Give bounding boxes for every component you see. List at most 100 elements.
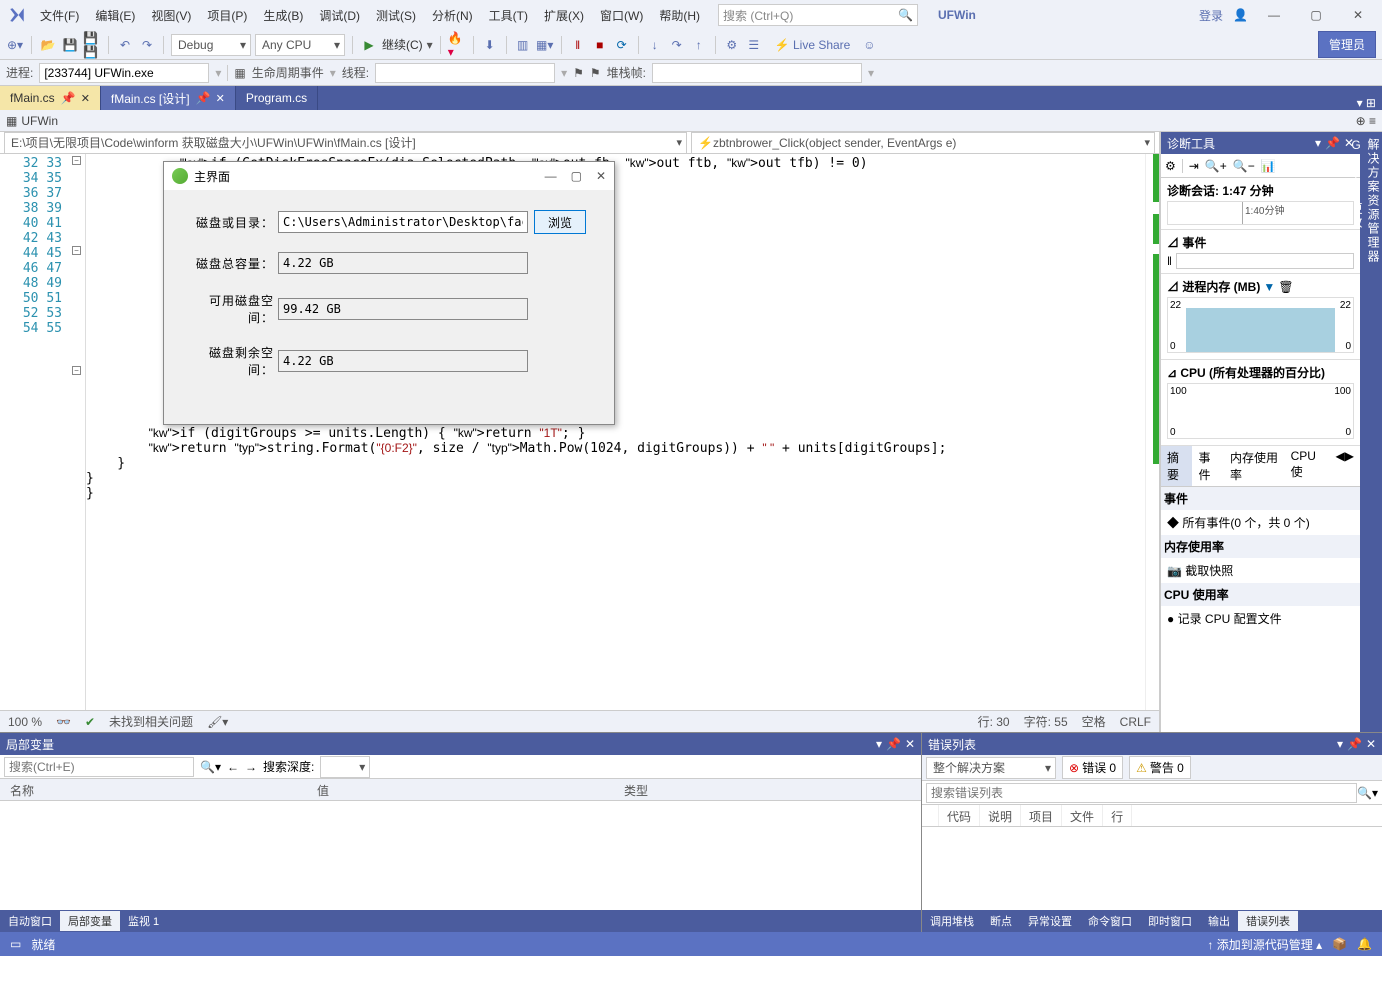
depth-combo[interactable] [320, 756, 370, 778]
split-icon[interactable]: ⊕ ≡ [1356, 114, 1376, 128]
close-icon[interactable]: ✕ [905, 737, 915, 751]
column-header[interactable]: 名称 [0, 779, 307, 800]
document-tab[interactable]: Program.cs [236, 86, 318, 110]
error-search-input[interactable] [926, 783, 1357, 803]
zoom-in-icon[interactable]: 🔍+ [1205, 159, 1227, 173]
column-header[interactable] [922, 805, 939, 826]
cpu-chart[interactable]: 100 100 0 0 [1167, 383, 1354, 439]
search-icon[interactable]: 🔍▾ [200, 760, 221, 774]
pin-icon[interactable]: 📌 [886, 737, 901, 751]
panel-tab[interactable]: 异常设置 [1020, 911, 1080, 931]
process-combo[interactable] [39, 63, 209, 83]
export-icon[interactable]: ⇥ [1189, 159, 1199, 173]
diag-tab[interactable]: 内存使用率 [1224, 446, 1285, 486]
fold-marker[interactable]: − [72, 156, 81, 165]
output-icon[interactable]: ▭ [10, 937, 21, 951]
step-into-icon[interactable]: ↓ [646, 36, 664, 54]
memory-chart[interactable]: 22 22 0 0 [1167, 297, 1354, 353]
gear-icon[interactable]: ⚙ [1165, 159, 1176, 173]
stop-icon[interactable]: ■ [591, 36, 609, 54]
panel-tab[interactable]: 调用堆栈 [922, 911, 982, 931]
fold-marker[interactable]: − [72, 246, 81, 255]
tabs-dropdown-icon[interactable]: ▾ ⊞ [1351, 96, 1382, 110]
column-header[interactable]: 类型 [614, 779, 921, 800]
fold-marker[interactable]: − [72, 366, 81, 375]
timeline[interactable]: 1:40分钟 [1167, 201, 1354, 225]
browse-button[interactable]: 浏览 [534, 210, 586, 234]
panel-tab[interactable]: 输出 [1200, 911, 1238, 931]
layout2-icon[interactable]: ▦▾ [536, 36, 554, 54]
maximize-button[interactable]: ▢ [1300, 8, 1332, 22]
menu-item[interactable]: 扩展(X) [538, 5, 590, 26]
platform-combo[interactable]: Any CPU [255, 34, 345, 56]
panel-tab[interactable]: 局部变量 [60, 911, 120, 931]
pin-icon[interactable]: 📌 [1347, 737, 1362, 751]
menu-item[interactable]: 帮助(H) [653, 5, 706, 26]
close-button[interactable]: ✕ [1342, 8, 1374, 22]
global-search[interactable]: 搜索 (Ctrl+Q)🔍 [718, 4, 918, 26]
column-header[interactable]: 代码 [939, 805, 980, 826]
column-header[interactable]: 文件 [1062, 805, 1103, 826]
redo-icon[interactable]: ↷ [138, 36, 156, 54]
window-pos-icon[interactable]: ▾ [1337, 737, 1343, 751]
warnings-button[interactable]: ⚠警告 0 [1129, 756, 1191, 779]
panel-tab[interactable]: 自动窗口 [0, 911, 60, 931]
pin-icon[interactable]: 📌 [1325, 136, 1340, 150]
nav-fwd-icon[interactable]: → [245, 760, 257, 774]
scope-combo[interactable]: E:\项目\无限项目\Code\winform 获取磁盘大小\UFWin\UFW… [4, 132, 687, 154]
undo-icon[interactable]: ↶ [116, 36, 134, 54]
open-icon[interactable]: 📂 [39, 36, 57, 54]
menu-item[interactable]: 测试(S) [370, 5, 422, 26]
diag-tab[interactable]: 事件 [1192, 446, 1223, 486]
panel-tab[interactable]: 监视 1 [120, 911, 167, 931]
error-body[interactable] [922, 827, 1382, 910]
menu-item[interactable]: 项目(P) [201, 5, 253, 26]
panel-tab[interactable]: 断点 [982, 911, 1020, 931]
misc2-icon[interactable]: ☰ [745, 36, 763, 54]
restart-icon[interactable]: ⟳ [613, 36, 631, 54]
dialog-close[interactable]: ✕ [596, 169, 606, 183]
cpu-record-item[interactable]: ● 记录 CPU 配置文件 [1167, 610, 1354, 627]
menu-item[interactable]: 分析(N) [426, 5, 479, 26]
menu-item[interactable]: 调试(D) [313, 5, 366, 26]
diag-tab[interactable]: 摘要 [1161, 446, 1192, 486]
live-share-button[interactable]: ⚡ Live Share [775, 38, 851, 52]
locals-body[interactable] [0, 801, 921, 910]
login-link[interactable]: 登录 [1199, 7, 1223, 24]
column-header[interactable]: 说明 [980, 805, 1021, 826]
thread-combo[interactable] [375, 63, 555, 83]
zoom-out-icon[interactable]: 🔍− [1233, 159, 1255, 173]
save-icon[interactable]: 💾 [61, 36, 79, 54]
menu-item[interactable]: 视图(V) [145, 5, 197, 26]
layout-icon[interactable]: ▥ [514, 36, 532, 54]
flag-icon[interactable]: ⚑ [573, 66, 584, 80]
hot-reload-icon[interactable]: 🔥▾ [448, 36, 466, 54]
repo-icon[interactable]: 📦 [1332, 937, 1347, 951]
column-header[interactable]: 项目 [1021, 805, 1062, 826]
fold-margin[interactable]: − − − [70, 154, 86, 710]
column-header[interactable]: 值 [307, 779, 614, 800]
feedback-icon[interactable]: ☺ [860, 36, 878, 54]
flag2-icon[interactable]: ⚑ [590, 66, 601, 80]
errors-button[interactable]: ⊗错误 0 [1062, 756, 1123, 779]
document-tab[interactable]: fMain.cs📌✕ [0, 86, 101, 110]
solution-explorer-tab[interactable]: 解决方案资源管理器 [1365, 138, 1382, 722]
misc-icon[interactable]: ⚙ [723, 36, 741, 54]
menu-item[interactable]: 文件(F) [34, 5, 85, 26]
back-icon[interactable]: ⊕▾ [6, 36, 24, 54]
panel-tab[interactable]: 即时窗口 [1140, 911, 1200, 931]
locals-search-input[interactable] [4, 757, 194, 777]
brush-icon[interactable]: 🖌▾ [207, 715, 228, 729]
save-all-icon[interactable]: 💾💾 [83, 36, 101, 54]
dialog-titlebar[interactable]: 主界面 — ▢ ✕ [164, 162, 614, 190]
config-combo[interactable]: Debug [171, 34, 251, 56]
continue-label[interactable]: 继续(C) [382, 36, 423, 53]
search-icon[interactable]: 🔍▾ [1357, 786, 1378, 800]
menu-item[interactable]: 窗口(W) [594, 5, 649, 26]
menu-item[interactable]: 工具(T) [483, 5, 534, 26]
minimize-button[interactable]: — [1258, 8, 1290, 22]
panel-tab[interactable]: 命令窗口 [1080, 911, 1140, 931]
dialog-minimize[interactable]: — [545, 169, 557, 183]
window-pos-icon[interactable]: ▾ [1315, 136, 1321, 150]
diag-tab[interactable]: CPU 使 [1285, 446, 1330, 486]
